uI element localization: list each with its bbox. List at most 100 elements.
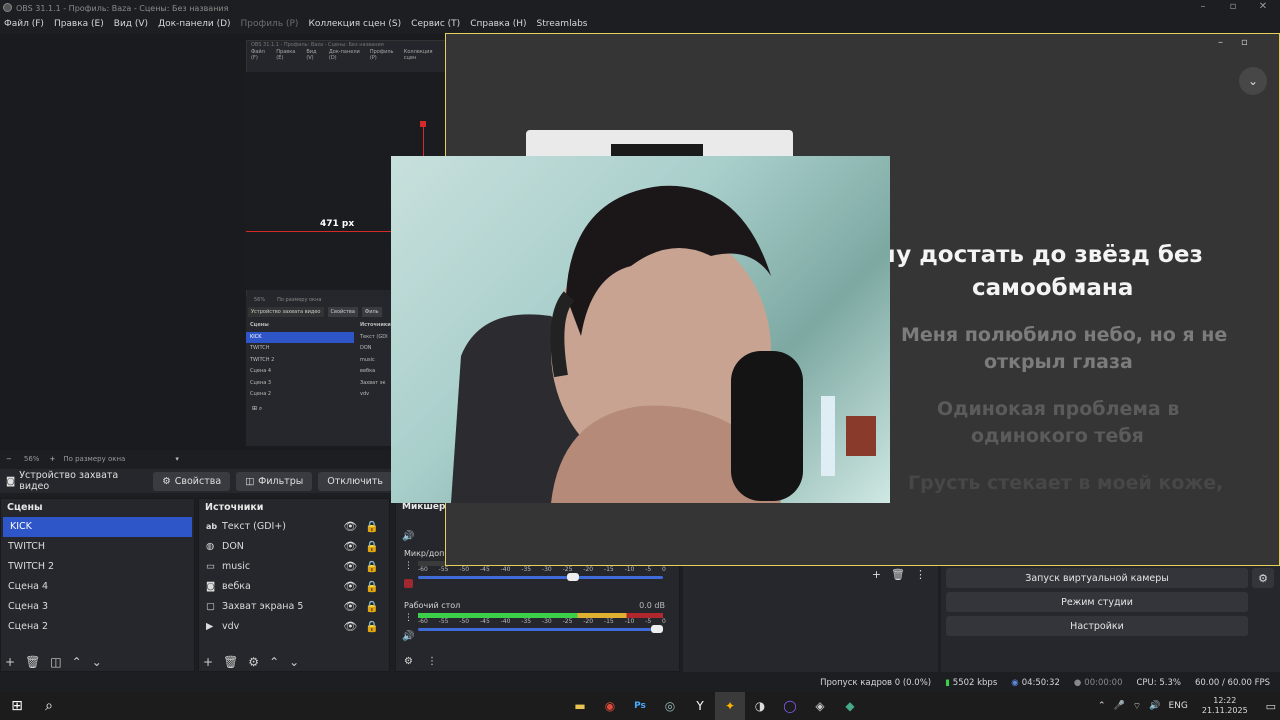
- volume-icon[interactable]: 🔊: [1149, 701, 1160, 711]
- slider-knob[interactable]: [567, 573, 580, 581]
- scene-filter-icon[interactable]: ◫: [50, 655, 61, 669]
- lock-icon[interactable]: 🔒: [365, 517, 379, 537]
- source-item-text[interactable]: ab Текст (GDI+) 👁 🔒: [199, 517, 389, 537]
- minimize-icon[interactable]: –: [1218, 37, 1223, 48]
- scene-item-twitch[interactable]: TWITCH: [1, 537, 194, 557]
- properties-button[interactable]: ⚙ Свойства: [153, 471, 231, 491]
- move-down-icon[interactable]: ⌄: [289, 655, 299, 669]
- menu-file[interactable]: Файл (F): [4, 19, 44, 29]
- chevron-down-icon[interactable]: ⌄: [1239, 67, 1267, 95]
- notifications-icon[interactable]: ▭: [1266, 700, 1276, 713]
- scene-item-3[interactable]: Сцена 3: [1, 597, 194, 617]
- lock-icon[interactable]: 🔒: [365, 577, 379, 597]
- zoom-in-icon[interactable]: +: [49, 455, 55, 463]
- minimize-icon[interactable]: –: [1188, 0, 1218, 14]
- eye-icon[interactable]: 👁: [343, 557, 357, 577]
- windows-start-icon[interactable]: ⊞: [0, 692, 34, 720]
- search-icon[interactable]: ⌕: [34, 692, 64, 720]
- move-up-icon[interactable]: ⌃: [269, 655, 279, 669]
- slider-knob[interactable]: [651, 625, 663, 633]
- trash-icon[interactable]: 🗑: [25, 655, 40, 669]
- trash-icon[interactable]: 🗑: [223, 655, 238, 669]
- scale-tick: -15: [603, 566, 614, 573]
- move-up-icon[interactable]: ⌃: [72, 655, 82, 669]
- eye-icon[interactable]: 👁: [343, 597, 357, 617]
- menu-view[interactable]: Вид (V): [114, 19, 148, 29]
- menu-scene-collection[interactable]: Коллекция сцен (S): [308, 19, 401, 29]
- obs-app-icon[interactable]: ✦: [715, 692, 745, 720]
- source-item-controls: 👁 🔒: [343, 617, 379, 637]
- nested-menu-item: Док-панели (D): [328, 49, 360, 61]
- start-virtual-camera-button[interactable]: Запуск виртуальной камеры: [946, 568, 1248, 588]
- chevron-down-icon[interactable]: ▾: [175, 455, 179, 463]
- kebab-menu-icon[interactable]: ⋮: [915, 568, 926, 581]
- chrome-icon[interactable]: ◉: [595, 692, 625, 720]
- eye-icon[interactable]: 👁: [343, 517, 357, 537]
- settings-button[interactable]: Настройки: [946, 616, 1248, 636]
- eye-icon[interactable]: 👁: [343, 537, 357, 557]
- kebab-menu-icon[interactable]: ⋮: [404, 613, 413, 623]
- mic-volume-slider[interactable]: [418, 573, 663, 581]
- photoshop-icon[interactable]: Ps: [625, 692, 655, 720]
- add-icon[interactable]: +: [872, 568, 881, 581]
- filters-button[interactable]: ◫ Фильтры: [236, 471, 313, 491]
- source-item-screen-capture[interactable]: ▢ Захват экрана 5 👁 🔒: [199, 597, 389, 617]
- add-source-icon[interactable]: +: [203, 655, 213, 669]
- kebab-menu-icon[interactable]: ⋮: [404, 561, 413, 571]
- eye-icon[interactable]: 👁: [343, 617, 357, 637]
- source-item-music[interactable]: ▭ music 👁 🔒: [199, 557, 389, 577]
- clock[interactable]: 12:22 21.11.2025: [1202, 696, 1248, 716]
- menu-profile[interactable]: Профиль (P): [241, 19, 299, 29]
- kebab-menu-icon[interactable]: ⋮: [427, 656, 437, 667]
- scale-tick: -20: [583, 618, 594, 625]
- lock-icon[interactable]: 🔒: [365, 557, 379, 577]
- lock-icon[interactable]: 🔒: [365, 617, 379, 637]
- scene-item-kick[interactable]: KICK: [3, 517, 192, 537]
- lock-icon[interactable]: 🔒: [365, 537, 379, 557]
- app-icon[interactable]: ◈: [805, 692, 835, 720]
- nested-menu: Файл (F) Правка (E) Вид (V) Док-панели (…: [247, 49, 445, 61]
- desktop-volume-slider[interactable]: [418, 625, 663, 633]
- menu-tools[interactable]: Сервис (T): [411, 19, 460, 29]
- alice-icon[interactable]: ◯: [775, 692, 805, 720]
- studio-mode-button[interactable]: Режим студии: [946, 592, 1248, 612]
- source-item-webcam[interactable]: ◙ вебка 👁 🔒: [199, 577, 389, 597]
- add-scene-icon[interactable]: +: [5, 655, 15, 669]
- zoom-out-icon[interactable]: −: [6, 455, 12, 463]
- advanced-audio-icon[interactable]: ⚙: [404, 656, 413, 667]
- scene-item-twitch-2[interactable]: TWITCH 2: [1, 557, 194, 577]
- language-indicator[interactable]: ENG: [1168, 701, 1187, 711]
- menu-docks[interactable]: Док-панели (D): [158, 19, 230, 29]
- source-item-vdv[interactable]: ▶ vdv 👁 🔒: [199, 617, 389, 637]
- gear-icon[interactable]: ⚙: [248, 655, 259, 669]
- file-explorer-icon[interactable]: ▬: [565, 692, 595, 720]
- selected-source-name: Устройство захвата видео: [19, 470, 119, 492]
- menu-help[interactable]: Справка (H): [470, 19, 526, 29]
- obs-icon[interactable]: ◑: [745, 692, 775, 720]
- speaker-icon[interactable]: 🔊: [402, 631, 414, 642]
- zoom-mode-select[interactable]: По размеру окна: [63, 455, 125, 463]
- eye-icon[interactable]: 👁: [343, 577, 357, 597]
- microphone-icon[interactable]: 🎤: [1114, 701, 1125, 711]
- mic-muted-icon[interactable]: [404, 579, 413, 588]
- maximize-icon[interactable]: ▫: [1218, 0, 1248, 14]
- scene-item-2[interactable]: Сцена 2: [1, 617, 194, 637]
- steam-icon[interactable]: ◎: [655, 692, 685, 720]
- scene-item-4[interactable]: Сцена 4: [1, 577, 194, 597]
- mixer-channel-desktop: Рабочий стол 0.0 dB ⋮ -60 -55 -50 -45 -40 -35…: [396, 601, 679, 642]
- virtual-camera-settings-icon[interactable]: ⚙: [1252, 568, 1274, 588]
- trash-icon[interactable]: 🗑: [891, 568, 905, 581]
- lock-icon[interactable]: 🔒: [365, 597, 379, 617]
- tray-chevron-icon[interactable]: ⌃: [1098, 701, 1106, 711]
- maximize-icon[interactable]: ▫: [1241, 37, 1248, 48]
- speaker-icon[interactable]: 🔊: [402, 531, 414, 542]
- move-down-icon[interactable]: ⌄: [92, 655, 102, 669]
- menu-edit[interactable]: Правка (E): [54, 19, 104, 29]
- menu-streamlabs[interactable]: Streamlabs: [537, 19, 588, 29]
- app-icon-2[interactable]: ◆: [835, 692, 865, 720]
- yandex-browser-icon[interactable]: Y: [685, 692, 715, 720]
- source-item-don[interactable]: ◍ DON 👁 🔒: [199, 537, 389, 557]
- disable-button[interactable]: Отключить: [318, 471, 392, 491]
- network-icon[interactable]: ⌔: [1133, 701, 1141, 712]
- close-icon[interactable]: ✕: [1248, 0, 1278, 14]
